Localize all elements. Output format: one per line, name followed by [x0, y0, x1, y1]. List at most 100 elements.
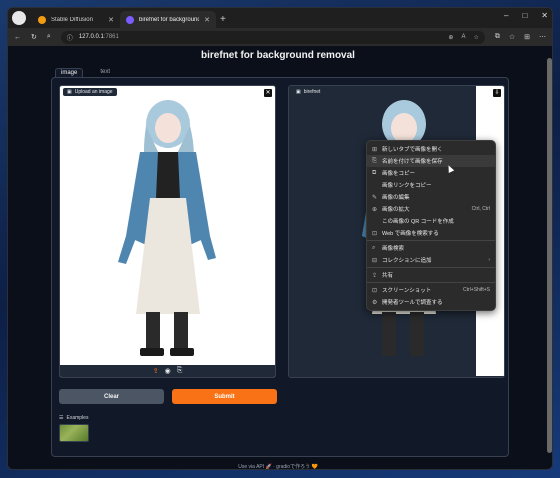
- collections-icon[interactable]: ⊞: [524, 33, 530, 41]
- input-image-character: [118, 100, 216, 356]
- context-menu-item[interactable]: ⊟ コレクションに追加 ›: [367, 254, 495, 266]
- context-menu-item[interactable]: この画像の QR コードを作成: [367, 215, 495, 227]
- more-icon[interactable]: ⋯: [539, 33, 546, 41]
- close-tab-icon[interactable]: ✕: [108, 16, 114, 24]
- scrollbar-thumb[interactable]: [547, 58, 552, 453]
- image-icon: ▣: [296, 89, 301, 95]
- back-icon[interactable]: ←: [14, 34, 21, 41]
- page-title: birefnet for background removal: [201, 50, 355, 61]
- close-window-icon[interactable]: ✕: [541, 11, 548, 20]
- context-menu-item[interactable]: 画像リンクをコピー: [367, 179, 495, 191]
- scrollbar[interactable]: [547, 48, 552, 468]
- output-label-text: birefnet: [303, 89, 321, 95]
- menu-item-label: 画像をコピー: [382, 171, 416, 177]
- clipboard-icon[interactable]: ⎘: [177, 367, 183, 375]
- menu-item-icon: ✎: [372, 194, 378, 201]
- search-icon[interactable]: ⌕: [47, 33, 51, 41]
- upload-icon[interactable]: ⇪: [153, 367, 159, 375]
- input-toolbar: ⇪ ◉ ⎘: [60, 365, 275, 377]
- menu-item-label: コレクションに追加: [382, 258, 432, 264]
- image-icon: ▣: [67, 89, 72, 95]
- submit-button[interactable]: Submit: [172, 389, 277, 404]
- menu-item-shortcut: Ctrl, Ctrl: [471, 206, 490, 212]
- refresh-icon[interactable]: ↻: [31, 33, 37, 41]
- new-tab-icon[interactable]: +: [220, 14, 226, 25]
- page-footer: Use via API 🚀 · gradioで作ろう 🧡: [238, 464, 318, 470]
- menu-item-label: 画像リンクをコピー: [382, 183, 432, 189]
- menu-item-shortcut: Ctrl+Shift+S: [463, 287, 490, 293]
- menu-item-label: 開発者ツールで調査する: [382, 300, 443, 306]
- context-menu-item[interactable]: ⊕ 画像の拡大 Ctrl, Ctrl: [367, 203, 495, 215]
- read-aloud-icon[interactable]: A: [461, 34, 465, 41]
- window-controls: – □ ✕: [504, 11, 548, 20]
- menu-item-icon: ⊡: [372, 230, 378, 237]
- menu-item-icon: ⊡: [372, 287, 378, 294]
- favicon-icon: [126, 15, 134, 24]
- output-label: ▣ birefnet: [292, 88, 325, 96]
- menu-item-icon: ⌕: [372, 244, 376, 251]
- split-screen-icon[interactable]: ⧉: [495, 33, 500, 41]
- download-icon[interactable]: ⇩: [493, 89, 501, 97]
- context-menu-item[interactable]: ⊞ 新しいタブで画像を開く: [367, 143, 495, 155]
- input-label: ▣ Upload an image: [63, 88, 117, 96]
- context-menu-item[interactable]: ⊡ Web で画像を検索する: [367, 227, 495, 239]
- menu-item-icon: ⊟: [372, 257, 378, 264]
- favorite-star-icon[interactable]: ☆: [473, 34, 478, 41]
- menu-item-label: 名前を付けて画像を保存: [382, 159, 443, 165]
- close-icon[interactable]: ✕: [264, 89, 272, 97]
- tab-title: Stable Diffusion: [51, 16, 93, 23]
- menu-item-label: 共有: [382, 273, 394, 279]
- input-image-box[interactable]: ▣ Upload an image ✕ ⇪ ◉ ⎘: [59, 85, 276, 378]
- minimize-icon[interactable]: –: [504, 11, 508, 20]
- menu-separator: [367, 240, 495, 241]
- menu-item-icon: ⊕: [372, 206, 378, 213]
- context-menu-item[interactable]: ⧉ 画像をコピー: [367, 167, 495, 179]
- menu-item-icon: ⚙: [372, 299, 378, 306]
- examples-label: ☰ Examples: [59, 415, 88, 421]
- menu-item-label: この画像の QR コードを作成: [382, 219, 454, 225]
- tab-birefnet[interactable]: birefnet for background removal ✕: [120, 11, 216, 28]
- examples-label-text: Examples: [66, 415, 89, 421]
- translate-icon[interactable]: ⊕: [448, 34, 453, 41]
- context-menu-item[interactable]: ⊡ スクリーンショット Ctrl+Shift+S: [367, 284, 495, 296]
- profile-icon[interactable]: [12, 11, 26, 25]
- context-menu-item[interactable]: ⎘ 名前を付けて画像を保存: [367, 155, 495, 167]
- context-menu: ⊞ 新しいタブで画像を開く ⎘ 名前を付けて画像を保存 ⧉ 画像をコピー画像リンクをコピー…: [366, 140, 496, 311]
- input-label-text: Upload an image: [74, 89, 113, 95]
- menu-item-icon: ⇪: [372, 272, 378, 279]
- menu-item-shortcut: ›: [488, 257, 490, 263]
- menu-item-label: 画像検索: [382, 246, 405, 252]
- context-menu-item[interactable]: ⚙ 開発者ツールで調査する: [367, 296, 495, 308]
- favicon-icon: [38, 15, 46, 24]
- favorites-icon[interactable]: ☆: [509, 33, 515, 41]
- menu-separator: [367, 267, 495, 268]
- close-tab-icon[interactable]: ✕: [204, 16, 210, 24]
- context-menu-item[interactable]: ⇪ 共有: [367, 269, 495, 281]
- menu-item-icon: ⎘: [372, 157, 377, 164]
- webcam-icon[interactable]: ◉: [165, 367, 171, 375]
- url-field[interactable]: ⓘ 127.0.0.1:7861 ⊕ A ☆: [60, 30, 485, 44]
- list-icon: ☰: [59, 415, 64, 421]
- title-bar: Stable Diffusion ✕ birefnet for backgrou…: [8, 8, 552, 28]
- menu-item-label: 画像の拡大: [382, 207, 410, 213]
- context-menu-item[interactable]: ✎ 画像の編集: [367, 191, 495, 203]
- tab-title: birefnet for background removal: [139, 16, 200, 23]
- browser-toolbar: ⧉ ☆ ⊞ ⋯: [495, 33, 546, 41]
- menu-item-label: 新しいタブで画像を開く: [382, 147, 443, 153]
- menu-item-label: スクリーンショット: [382, 288, 432, 294]
- menu-item-label: Web で画像を検索する: [382, 231, 439, 237]
- menu-item-icon: ⧉: [372, 169, 377, 176]
- url-port: :7861: [103, 34, 119, 40]
- url-host: 127.0.0.1: [78, 34, 104, 40]
- maximize-icon[interactable]: □: [522, 11, 527, 20]
- menu-separator: [367, 282, 495, 283]
- info-icon[interactable]: ⓘ: [67, 33, 73, 42]
- menu-item-icon: ⊞: [372, 146, 378, 153]
- address-bar: ← ↻ ⌕ ⓘ 127.0.0.1:7861 ⊕ A ☆ ⧉ ☆ ⊞ ⋯: [8, 28, 552, 46]
- tab-stable-diffusion[interactable]: Stable Diffusion ✕: [32, 11, 120, 28]
- menu-item-label: 画像の編集: [382, 195, 410, 201]
- context-menu-item[interactable]: ⌕ 画像検索: [367, 242, 495, 254]
- clear-button[interactable]: Clear: [59, 389, 164, 404]
- example-thumbnail[interactable]: [59, 424, 89, 442]
- url-tools: ⊕ A ☆: [448, 34, 478, 41]
